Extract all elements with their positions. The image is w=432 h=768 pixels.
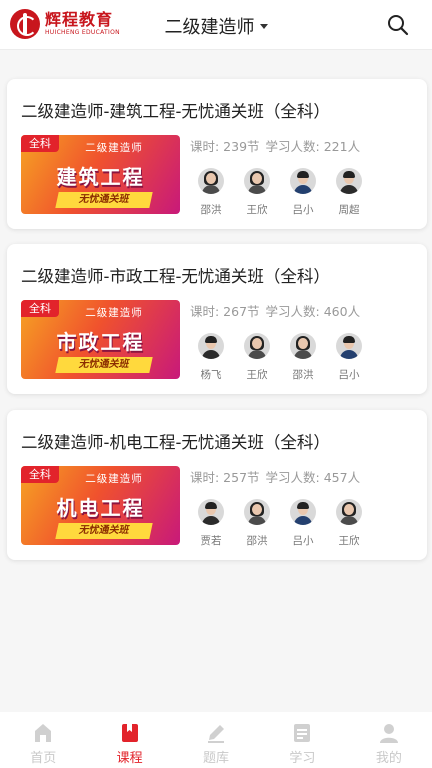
- course-banner[interactable]: 全科 二级建造师 建筑工程 无忧通关班: [21, 135, 180, 214]
- teacher-item[interactable]: 王欣: [326, 499, 372, 548]
- teacher-avatar: [336, 333, 362, 359]
- lesson-count: 课时: 257节: [190, 470, 260, 485]
- teacher-item[interactable]: 邵洪: [234, 499, 280, 548]
- banner-ribbon: 无忧通关班: [55, 357, 153, 373]
- banner-title: 市政工程: [56, 330, 145, 354]
- banner-ribbon: 无忧通关班: [55, 523, 153, 539]
- banner-tag: 全科: [21, 300, 59, 317]
- course-card[interactable]: 二级建造师-机电工程-无忧通关班（全科） 全科 二级建造师 机电工程 无忧通关班…: [7, 410, 427, 560]
- course-title: 二级建造师-建筑工程-无忧通关班（全科）: [21, 102, 330, 121]
- banner-tag: 全科: [21, 135, 59, 152]
- profile-icon: [379, 724, 398, 743]
- tab-profile[interactable]: 我的: [346, 712, 432, 768]
- banner-tag: 全科: [21, 466, 59, 483]
- bottom-tab-bar: 首页 课程 题库 学习 我的: [0, 712, 432, 768]
- teacher-avatar: [244, 499, 270, 525]
- tab-course[interactable]: 课程: [86, 712, 172, 768]
- student-count: 学习人数: 457人: [265, 470, 361, 485]
- teacher-item[interactable]: 王欣: [234, 168, 280, 217]
- tab-study[interactable]: 学习: [259, 712, 345, 768]
- tab-label: 题库: [203, 751, 230, 766]
- student-count: 学习人数: 221人: [265, 139, 361, 154]
- teacher-avatar: [336, 499, 362, 525]
- course-book-icon: [121, 724, 138, 742]
- teacher-avatar: [290, 333, 316, 359]
- app-header: 辉程教育 HUICHENG EDUCATION 二级建造师: [0, 0, 432, 50]
- teacher-name: 王欣: [246, 204, 268, 216]
- tab-label: 我的: [375, 751, 402, 766]
- lesson-count: 课时: 239节: [190, 139, 260, 154]
- teacher-name: 杨飞: [200, 369, 222, 381]
- teacher-name: 邵洪: [246, 535, 268, 547]
- student-count: 学习人数: 460人: [265, 304, 361, 319]
- tab-home[interactable]: 首页: [0, 712, 86, 768]
- banner-subtitle: 二级建造师: [85, 307, 143, 319]
- teacher-item[interactable]: 杨飞: [188, 333, 234, 382]
- banner-subtitle: 二级建造师: [85, 473, 143, 485]
- banner-ribbon: 无忧通关班: [55, 192, 153, 208]
- teacher-item[interactable]: 吕小: [280, 168, 326, 217]
- teacher-avatar: [198, 168, 224, 194]
- course-title: 二级建造师-机电工程-无忧通关班（全科）: [21, 433, 330, 452]
- teacher-avatar: [244, 168, 270, 194]
- course-meta: 课时: 239节 学习人数: 221人: [190, 136, 360, 155]
- teacher-avatar: [198, 333, 224, 359]
- category-selector[interactable]: 二级建造师: [165, 13, 268, 39]
- teacher-name: 吕小: [292, 535, 314, 547]
- caret-down-icon: [259, 23, 268, 29]
- category-title: 二级建造师: [164, 17, 255, 38]
- pencil-icon: [208, 725, 225, 743]
- banner-title: 机电工程: [56, 496, 145, 520]
- course-card[interactable]: 二级建造师-市政工程-无忧通关班（全科） 全科 二级建造师 市政工程 无忧通关班…: [7, 244, 427, 394]
- course-meta: 课时: 267节 学习人数: 460人: [190, 301, 360, 320]
- teacher-name: 王欣: [338, 535, 360, 547]
- teacher-name: 吕小: [292, 204, 314, 216]
- banner-subtitle: 二级建造师: [85, 142, 143, 154]
- teacher-item[interactable]: 周超: [326, 168, 372, 217]
- teacher-item[interactable]: 邵洪: [188, 168, 234, 217]
- lesson-count: 课时: 267节: [190, 304, 260, 319]
- teacher-item[interactable]: 王欣: [234, 333, 280, 382]
- search-icon[interactable]: [386, 13, 410, 37]
- teacher-avatar: [198, 499, 224, 525]
- tab-question-bank[interactable]: 题库: [173, 712, 259, 768]
- teacher-avatar: [244, 333, 270, 359]
- teacher-item[interactable]: 吕小: [280, 499, 326, 548]
- course-meta: 课时: 257节 学习人数: 457人: [190, 467, 360, 486]
- teacher-name: 贾若: [200, 535, 222, 547]
- teacher-avatar: [290, 168, 316, 194]
- teacher-list: 邵洪 王欣 吕小 周超: [188, 168, 420, 217]
- teacher-avatar: [336, 168, 362, 194]
- course-banner[interactable]: 全科 二级建造师 机电工程 无忧通关班: [21, 466, 180, 545]
- tab-label: 学习: [289, 751, 316, 766]
- course-title: 二级建造师-市政工程-无忧通关班（全科）: [21, 267, 330, 286]
- banner-title: 建筑工程: [56, 165, 145, 189]
- teacher-name: 邵洪: [292, 369, 314, 381]
- study-notes-icon: [294, 724, 311, 742]
- course-card[interactable]: 二级建造师-建筑工程-无忧通关班（全科） 全科 二级建造师 建筑工程 无忧通关班…: [7, 79, 427, 229]
- teacher-list: 贾若 邵洪 吕小 王欣: [188, 499, 420, 548]
- teacher-name: 吕小: [338, 369, 360, 381]
- teacher-item[interactable]: 贾若: [188, 499, 234, 548]
- tab-label: 首页: [30, 751, 57, 766]
- teacher-item[interactable]: 吕小: [326, 333, 372, 382]
- course-banner[interactable]: 全科 二级建造师 市政工程 无忧通关班: [21, 300, 180, 379]
- teacher-name: 周超: [338, 204, 360, 216]
- home-icon: [35, 724, 52, 742]
- teacher-name: 邵洪: [200, 204, 222, 216]
- teacher-name: 王欣: [246, 369, 268, 381]
- tab-label: 课程: [116, 751, 143, 766]
- teacher-item[interactable]: 邵洪: [280, 333, 326, 382]
- teacher-avatar: [290, 499, 316, 525]
- teacher-list: 杨飞 王欣 邵洪 吕小: [188, 333, 420, 382]
